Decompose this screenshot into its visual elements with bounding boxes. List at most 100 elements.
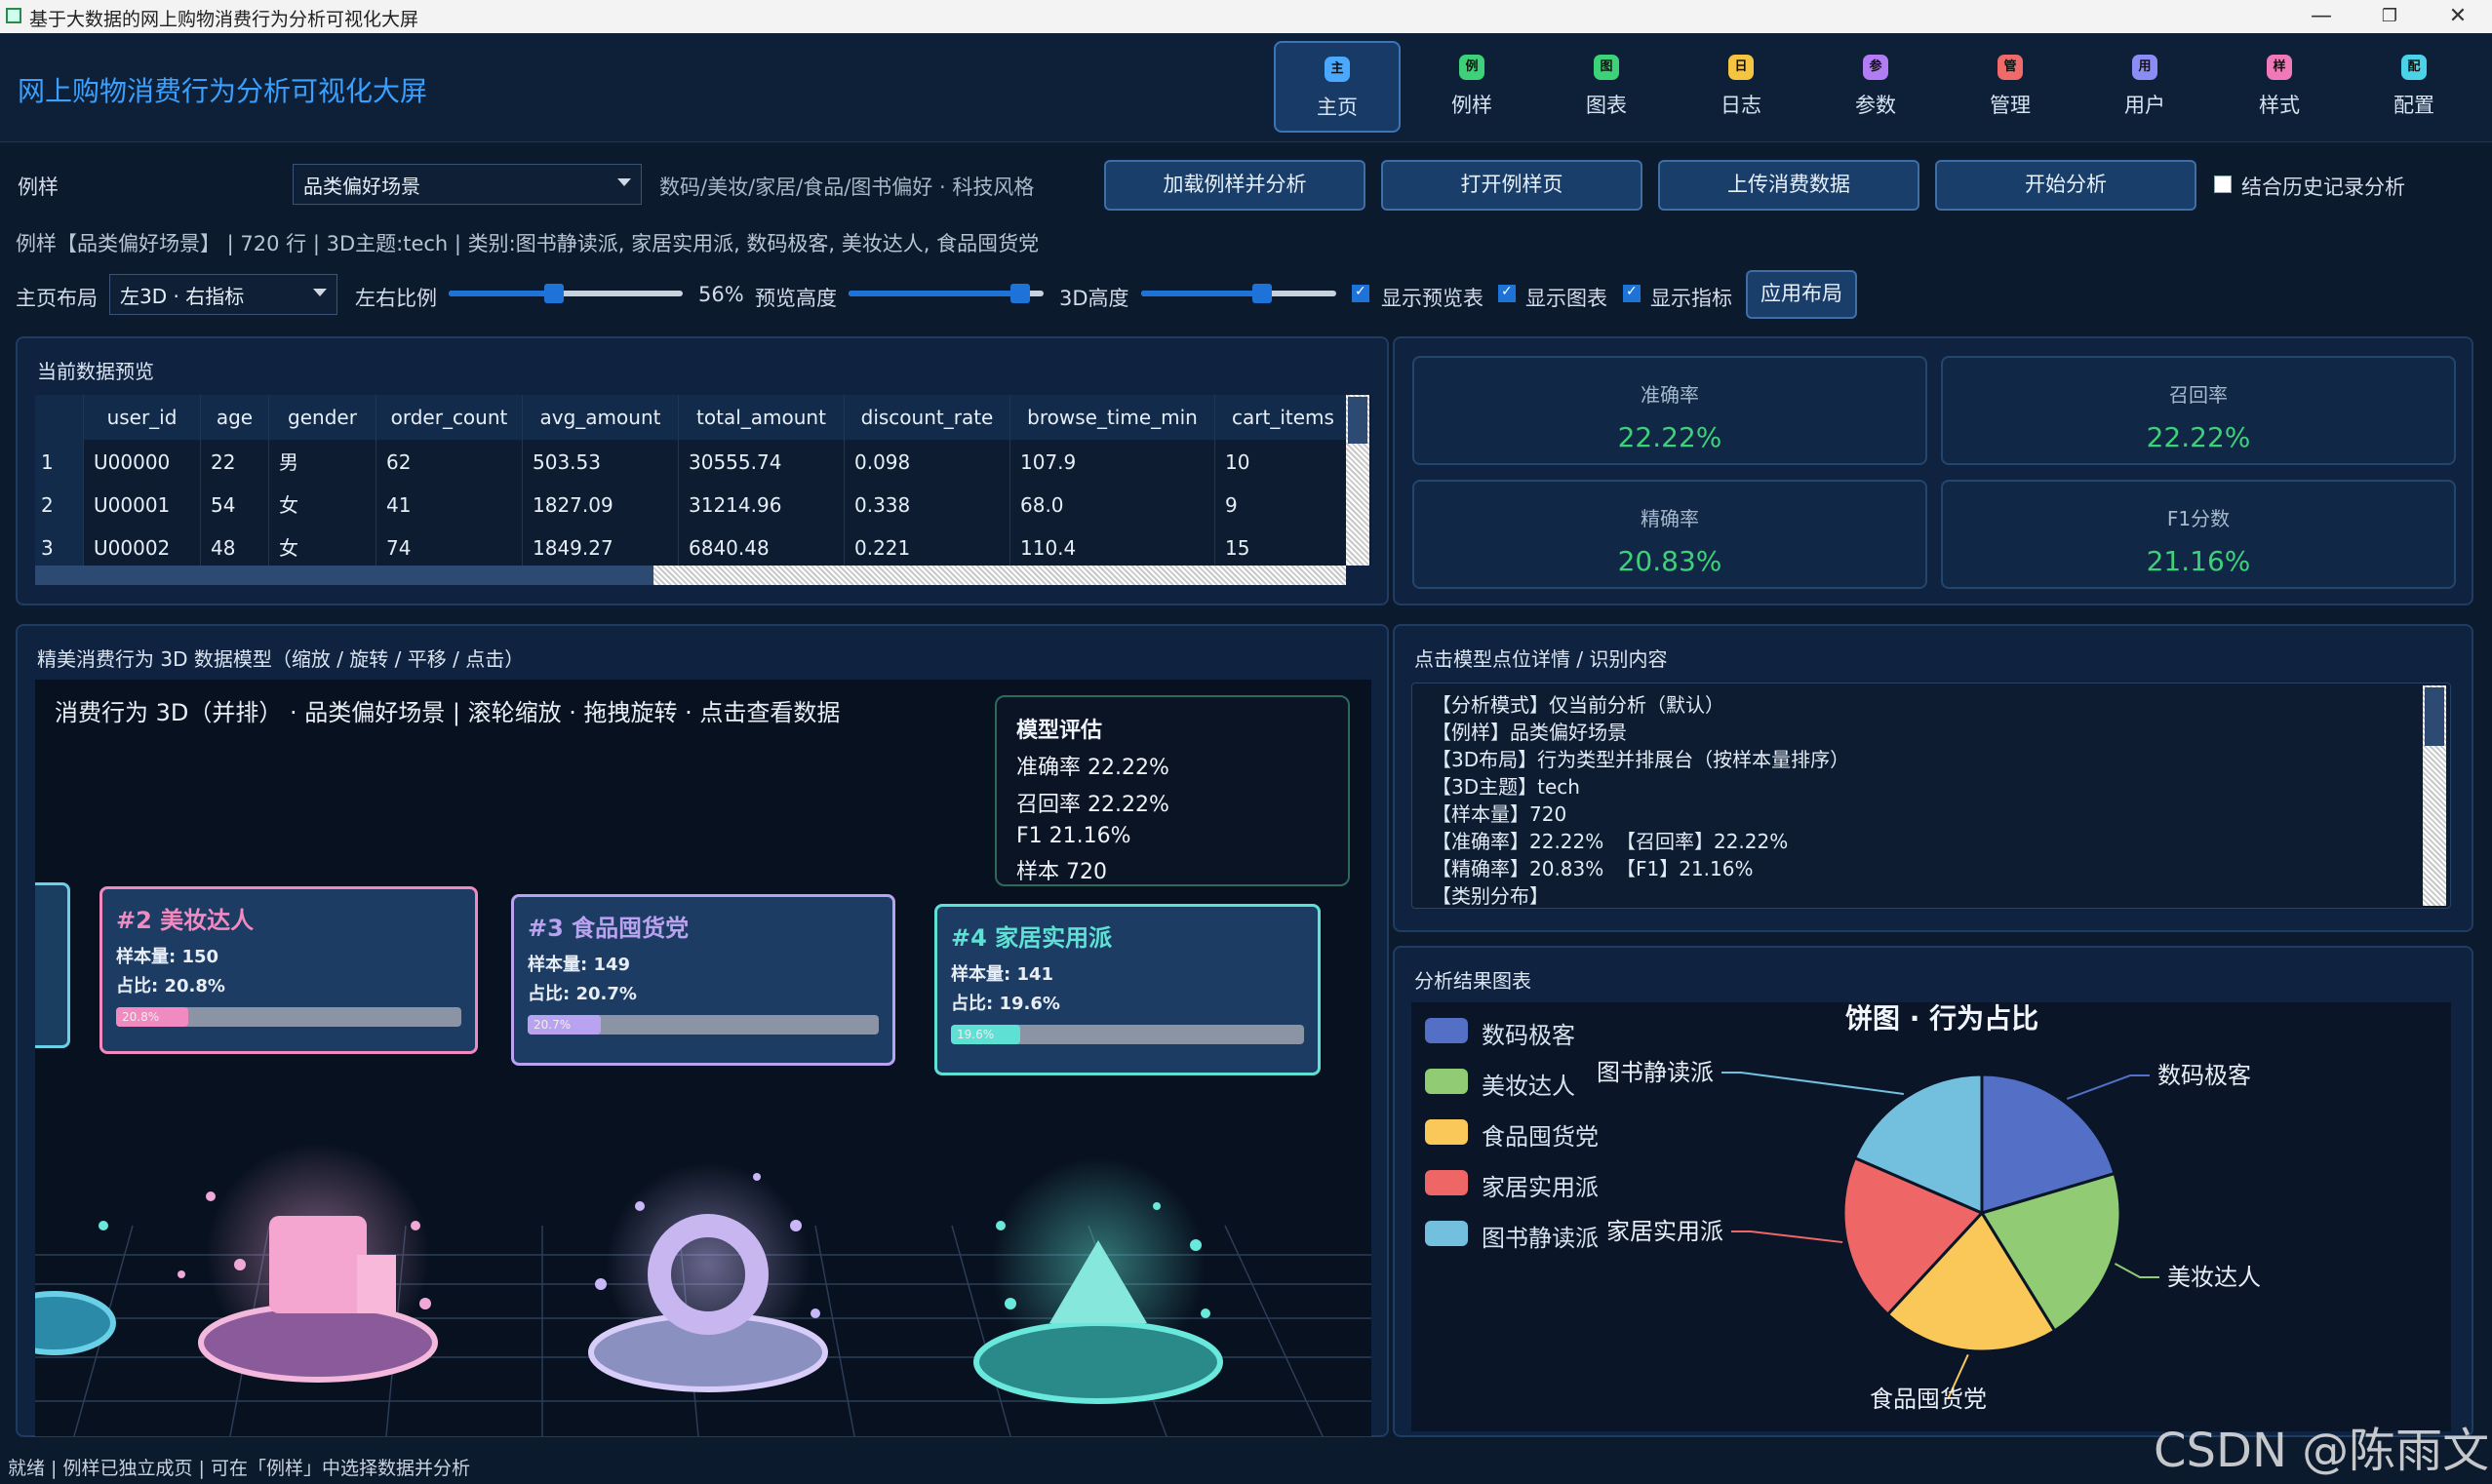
table-vertical-scrollbar[interactable] <box>1346 395 1369 566</box>
card-progress: 20.7% <box>528 1015 879 1035</box>
detail-line: 【精确率】20.83% 【F1】21.16% <box>1432 857 1754 880</box>
apply-layout-button[interactable]: 应用布局 <box>1746 270 1857 319</box>
height3d-slider[interactable] <box>1141 284 1336 303</box>
table-cell: 0.338 <box>845 483 1010 527</box>
column-header[interactable]: total_amount <box>679 395 845 440</box>
table-cell: 54 <box>201 483 269 527</box>
preview-height-slider[interactable] <box>849 284 1044 303</box>
upload-data-button[interactable]: 上传消费数据 <box>1658 160 1919 211</box>
table-cell: 110.4 <box>1010 526 1215 566</box>
column-header[interactable]: browse_time_min <box>1010 395 1215 440</box>
table-cell: 74 <box>376 526 523 566</box>
nav-label: 主页 <box>1317 96 1358 119</box>
scene-caption: 消费行为 3D（并排） · 品类偏好场景 | 滚轮缩放 · 拖拽旋转 · 点击查… <box>55 699 841 726</box>
table-header: user_id age gender order_count avg_amount tot… <box>35 395 1352 440</box>
minimize-button[interactable]: — <box>2292 2 2351 31</box>
load-sample-button[interactable]: 加载例样并分析 <box>1104 160 1365 211</box>
preview-title: 当前数据预览 <box>37 360 154 383</box>
show-chart-checkbox[interactable] <box>1498 284 1516 302</box>
pie-label: 食品囤货党 <box>1870 1386 1987 1413</box>
metric-card: 精确率 20.83% <box>1412 480 1927 589</box>
column-header[interactable]: gender <box>269 395 376 440</box>
pie-label: 数码极客 <box>2157 1062 2251 1089</box>
nav-7-tab[interactable]: 样样式 <box>2216 41 2343 133</box>
history-checkbox[interactable] <box>2214 176 2232 193</box>
pie-chart[interactable]: 数码极客 美妆达人 食品囤货党 家居实用派 图书静读派 饼图 · 行为占比 数码极客 美妆达… <box>1411 1002 2451 1431</box>
table-cell: 2 <box>35 483 84 527</box>
nav-8-tab[interactable]: 配配置 <box>2351 41 2477 133</box>
card-count: 样本量: 150 <box>116 947 219 967</box>
detail-scrollbar[interactable] <box>2423 685 2446 906</box>
category-card[interactable]: #2 美妆达人 样本量: 150 占比: 20.8% 20.8% <box>99 886 478 1054</box>
nav-4-tab[interactable]: 参参数 <box>1812 41 1939 133</box>
table-row[interactable]: 2 U00001 54 女 41 1827.09 31214.96 0.338 68.0 9 <box>35 483 1352 527</box>
maximize-button[interactable]: ❐ <box>2360 2 2419 31</box>
model3d-title: 精美消费行为 3D 数据模型（缩放 / 旋转 / 平移 / 点击） <box>37 647 525 671</box>
ratio-slider-fill <box>449 291 554 296</box>
detail-line: 【分析模式】仅当前分析（默认） <box>1432 693 1724 717</box>
sample-select[interactable]: 品类偏好场景 <box>293 164 642 205</box>
detail-line: 【类别分布】 <box>1432 884 1549 908</box>
detail-textbox[interactable]: 【分析模式】仅当前分析（默认） 【例样】品类偏好场景 【3D布局】行为类型并排展台（… <box>1411 683 2451 909</box>
table-cell: 68.0 <box>1010 483 1215 527</box>
show-metrics-checkbox[interactable] <box>1623 284 1641 302</box>
layout-select[interactable]: 左3D · 右指标 <box>109 274 337 315</box>
nav-5-tab[interactable]: 管管理 <box>1947 41 2074 133</box>
table-row[interactable]: 1 U00000 22 男 62 503.53 30555.74 0.098 107.9 10 <box>35 440 1352 485</box>
pie-label-line <box>2066 1074 2150 1100</box>
column-header[interactable]: discount_rate <box>845 395 1010 440</box>
table-cell: 62 <box>376 440 523 485</box>
ratio-slider[interactable] <box>449 284 683 303</box>
table-horizontal-scrollbar[interactable] <box>35 566 1346 585</box>
nav-6-tab[interactable]: 用用户 <box>2081 41 2208 133</box>
pie-label-line <box>2114 1263 2159 1278</box>
nav-label: 日志 <box>1721 94 1761 117</box>
detail-line: 【准确率】22.22% 【召回率】22.22% <box>1432 830 1789 853</box>
column-header[interactable]: order_count <box>376 395 523 440</box>
table-cell: 1849.27 <box>523 526 679 566</box>
column-header[interactable]: avg_amount <box>523 395 679 440</box>
height3d-slider-thumb[interactable] <box>1252 284 1272 303</box>
history-label: 结合历史记录分析 <box>2241 176 2405 199</box>
pedestal-teal <box>973 1320 1223 1404</box>
sample-label: 例样 <box>18 176 59 199</box>
table-vscroll-thumb[interactable] <box>1348 397 1367 444</box>
column-header[interactable]: cart_items <box>1215 395 1352 440</box>
column-header[interactable]: user_id <box>84 395 201 440</box>
preview-slider-fill <box>849 291 1020 296</box>
preview-table[interactable]: user_id age gender order_count avg_amount tot… <box>35 395 1371 566</box>
metric-label: F1分数 <box>2166 507 2231 530</box>
column-header[interactable] <box>35 395 84 440</box>
ratio-slider-thumb[interactable] <box>544 284 564 303</box>
card-title: #2 美妆达人 <box>116 907 255 934</box>
nav-3-tab[interactable]: 日日志 <box>1678 41 1804 133</box>
table-cell: U00000 <box>84 440 201 485</box>
table-cell: 女 <box>269 483 376 527</box>
scene-card-partial[interactable] <box>35 882 70 1048</box>
sample-hint: 数码/美妆/家居/食品/图书偏好 · 科技风格 <box>659 176 1035 199</box>
card-progress-fill: 20.7% <box>528 1015 601 1035</box>
category-card[interactable]: #4 家居实用派 样本量: 141 占比: 19.6% 19.6% <box>934 904 1321 1075</box>
category-card[interactable]: #3 食品囤货党 样本量: 149 占比: 20.7% 20.7% <box>511 894 895 1066</box>
chevron-down-icon <box>617 178 631 186</box>
nav-1-tab[interactable]: 例例样 <box>1408 41 1535 133</box>
table-hscroll-thumb[interactable] <box>35 566 653 585</box>
column-header[interactable]: age <box>201 395 269 440</box>
nav-label: 管理 <box>1990 94 2031 117</box>
nav-0-tab[interactable]: 主主页 <box>1274 41 1401 133</box>
close-button[interactable]: ✕ <box>2429 2 2487 31</box>
metric-label: 精确率 <box>1641 507 1699 530</box>
show-chart-label: 显示图表 <box>1525 287 1607 310</box>
preview-slider-thumb[interactable] <box>1010 284 1030 303</box>
model3d-scene[interactable]: 消费行为 3D（并排） · 品类偏好场景 | 滚轮缩放 · 拖拽旋转 · 点击查… <box>35 680 1371 1436</box>
start-analysis-button[interactable]: 开始分析 <box>1935 160 2196 211</box>
card-title: #3 食品囤货党 <box>528 915 690 942</box>
nav-2-tab[interactable]: 图图表 <box>1543 41 1670 133</box>
table-row[interactable]: 3 U00002 48 女 74 1849.27 6840.48 0.221 110.4 15 <box>35 526 1352 566</box>
detail-scroll-thumb[interactable] <box>2425 687 2444 746</box>
show-preview-checkbox[interactable] <box>1352 284 1369 302</box>
open-sample-page-button[interactable]: 打开例样页 <box>1381 160 1642 211</box>
metric-card: 召回率 22.22% <box>1941 356 2456 465</box>
chart-panel-title: 分析结果图表 <box>1414 969 1531 993</box>
detail-line: 【3D主题】tech <box>1432 775 1580 799</box>
